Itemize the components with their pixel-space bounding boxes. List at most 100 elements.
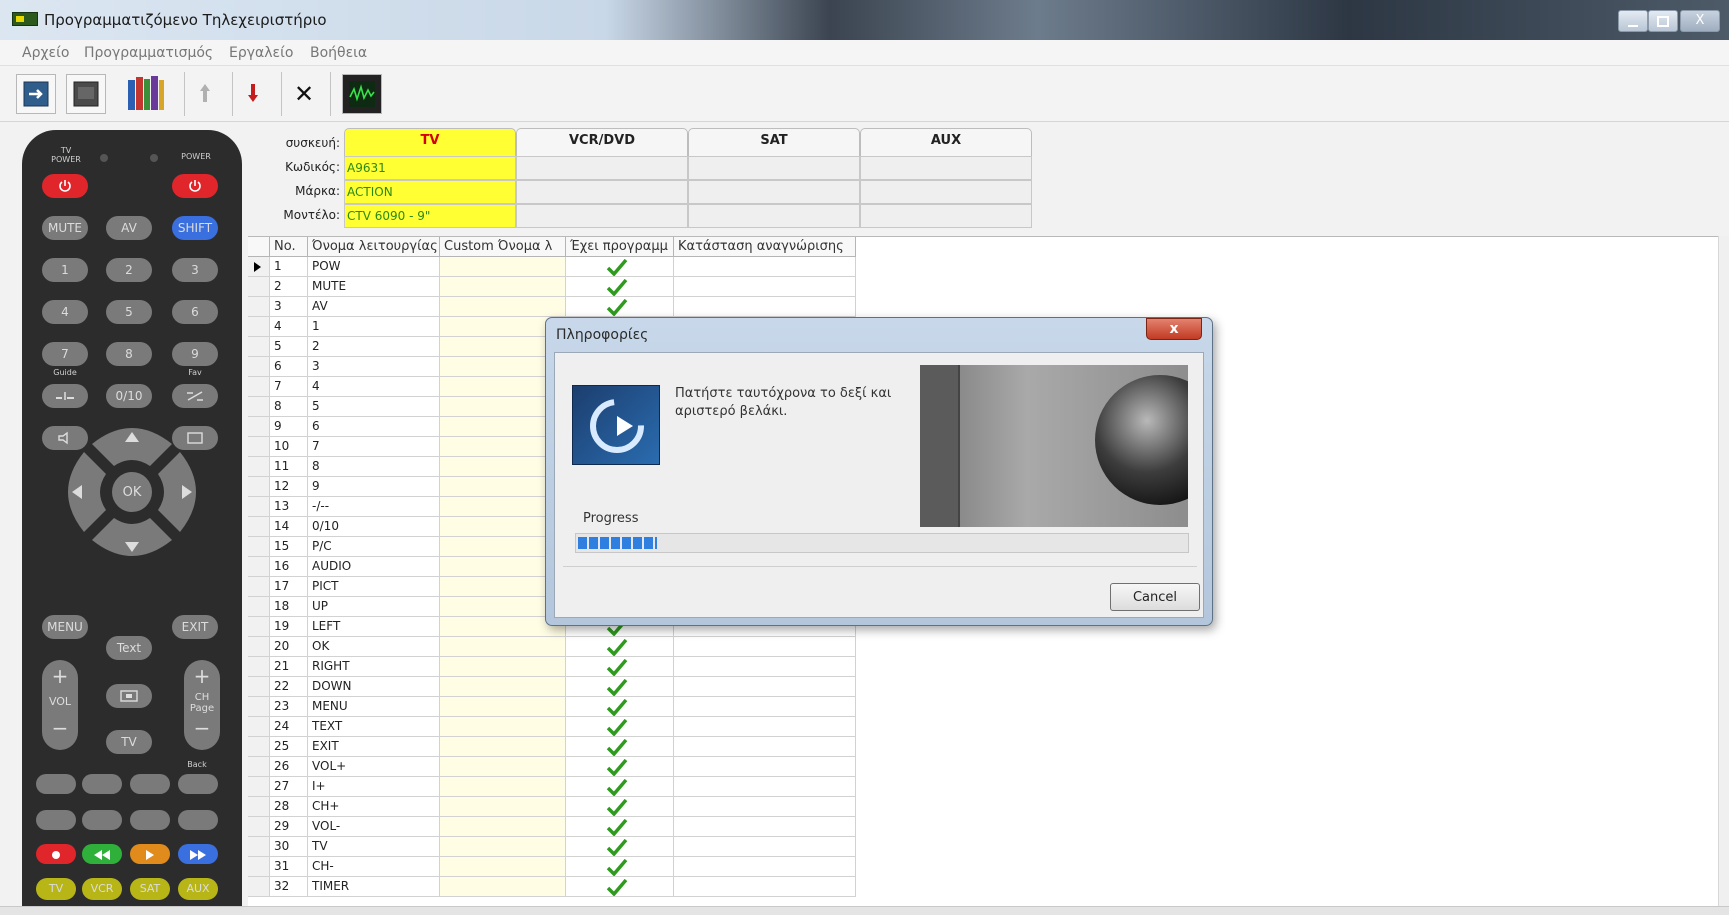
table-row[interactable]: 26 VOL+	[248, 757, 856, 777]
oscilloscope-button[interactable]	[342, 74, 382, 114]
digit-5-button[interactable]: 5	[106, 300, 152, 324]
back-button[interactable]	[178, 774, 218, 794]
digit-9-button[interactable]: 9	[172, 342, 218, 366]
header-programmed[interactable]: Έχει προγραμμ	[566, 237, 674, 257]
digit-6-button[interactable]: 6	[172, 300, 218, 324]
close-window-button[interactable]: X	[1680, 10, 1720, 32]
cell-custom-name[interactable]	[440, 257, 566, 277]
table-row[interactable]: 24 TEXT	[248, 717, 856, 737]
sat-model-cell[interactable]	[688, 204, 860, 228]
menu-file[interactable]: Αρχείο	[22, 45, 69, 61]
tv-power-button[interactable]	[42, 174, 88, 198]
pc-button[interactable]	[172, 384, 218, 408]
zero-ten-button[interactable]: 0/10	[106, 384, 152, 408]
digit-7-button[interactable]: 7	[42, 342, 88, 366]
table-row[interactable]: 25 EXIT	[248, 737, 856, 757]
cell-custom-name[interactable]	[440, 697, 566, 717]
vcr-brand-cell[interactable]	[516, 180, 688, 204]
repeat-button[interactable]	[36, 774, 76, 794]
record-button[interactable]	[36, 844, 76, 864]
channel-rocker[interactable]: + CH Page −	[184, 660, 220, 750]
tv-code-cell[interactable]: A9631	[344, 156, 516, 180]
tv-button[interactable]: TV	[106, 730, 152, 754]
device-button[interactable]	[66, 74, 106, 114]
sat-brand-cell[interactable]	[688, 180, 860, 204]
mute-button[interactable]: MUTE	[42, 216, 88, 240]
table-row[interactable]: 21 RIGHT	[248, 657, 856, 677]
tab-vcr-dvd[interactable]: VCR/DVD	[516, 128, 688, 156]
move-up-button[interactable]	[186, 74, 226, 114]
tab-aux[interactable]: AUX	[860, 128, 1032, 156]
table-row[interactable]: 22 DOWN	[248, 677, 856, 697]
info-button-3[interactable]	[130, 810, 170, 830]
table-row[interactable]: 30 TV	[248, 837, 856, 857]
menu-help[interactable]: Βοήθεια	[310, 45, 367, 61]
list-button[interactable]	[130, 774, 170, 794]
aux-model-cell[interactable]	[860, 204, 1032, 228]
av-button[interactable]: AV	[106, 216, 152, 240]
header-no[interactable]: No.	[270, 237, 308, 257]
cell-custom-name[interactable]	[440, 857, 566, 877]
digit-8-button[interactable]: 8	[106, 342, 152, 366]
header-function-name[interactable]: Όνομα λειτουργίας	[308, 237, 440, 257]
info-button-2[interactable]	[82, 810, 122, 830]
table-row[interactable]: 32 TIMER	[248, 877, 856, 897]
sat-code-cell[interactable]	[688, 156, 860, 180]
delete-button[interactable]: ✕	[284, 74, 324, 114]
table-row[interactable]: 31 CH-	[248, 857, 856, 877]
cell-custom-name[interactable]	[440, 837, 566, 857]
vcr-code-cell[interactable]	[516, 156, 688, 180]
cell-custom-name[interactable]	[440, 657, 566, 677]
tv-model-cell[interactable]: CTV 6090 - 9"	[344, 204, 516, 228]
send-button[interactable]	[16, 74, 56, 114]
cell-custom-name[interactable]	[440, 817, 566, 837]
digit-3-button[interactable]: 3	[172, 258, 218, 282]
aux-code-cell[interactable]	[860, 156, 1032, 180]
vertical-scrollbar[interactable]	[1718, 236, 1729, 906]
sat-mode-button[interactable]: SAT	[130, 878, 170, 900]
cell-custom-name[interactable]	[440, 777, 566, 797]
table-row[interactable]: 20 OK	[248, 637, 856, 657]
cell-custom-name[interactable]	[440, 877, 566, 897]
rewind-button[interactable]	[82, 844, 122, 864]
header-recognition-status[interactable]: Κατάσταση αναγνώρισης	[674, 237, 856, 257]
maximize-button[interactable]	[1648, 10, 1678, 32]
aux-mode-button[interactable]: AUX	[178, 878, 218, 900]
dialog-close-button[interactable]: x	[1146, 318, 1202, 340]
digit-1-button[interactable]: 1	[42, 258, 88, 282]
teletext-button[interactable]	[106, 684, 152, 708]
menu-button[interactable]: MENU	[42, 615, 88, 639]
table-row[interactable]: 23 MENU	[248, 697, 856, 717]
power-button[interactable]	[172, 174, 218, 198]
cell-custom-name[interactable]	[440, 297, 566, 317]
digit-4-button[interactable]: 4	[42, 300, 88, 324]
play-button[interactable]	[130, 844, 170, 864]
tv-mode-button[interactable]: TV	[36, 878, 76, 900]
cell-custom-name[interactable]	[440, 737, 566, 757]
tab-tv[interactable]: TV	[344, 128, 516, 156]
fast-forward-button[interactable]	[178, 844, 218, 864]
shift-button[interactable]: SHIFT	[172, 216, 218, 240]
vcr-mode-button[interactable]: VCR	[82, 878, 122, 900]
menu-tools[interactable]: Εργαλείο	[229, 45, 293, 61]
library-button[interactable]	[126, 74, 172, 114]
info-button-1[interactable]	[36, 810, 76, 830]
tv-brand-cell[interactable]: ACTION	[344, 180, 516, 204]
table-row[interactable]: 2 MUTE	[248, 277, 856, 297]
text-button[interactable]: Text	[106, 636, 152, 660]
vcr-model-cell[interactable]	[516, 204, 688, 228]
cell-custom-name[interactable]	[440, 757, 566, 777]
dash-button[interactable]	[42, 384, 88, 408]
cell-custom-name[interactable]	[440, 797, 566, 817]
menu-programming[interactable]: Προγραμματισμός	[84, 45, 213, 61]
table-row[interactable]: 29 VOL-	[248, 817, 856, 837]
cell-custom-name[interactable]	[440, 277, 566, 297]
move-down-button[interactable]	[234, 74, 274, 114]
cell-custom-name[interactable]	[440, 677, 566, 697]
digit-2-button[interactable]: 2	[106, 258, 152, 282]
table-row[interactable]: 1 POW	[248, 257, 856, 277]
cell-custom-name[interactable]	[440, 717, 566, 737]
minimize-button[interactable]	[1618, 10, 1648, 32]
aux-brand-cell[interactable]	[860, 180, 1032, 204]
cancel-button[interactable]: Cancel	[1110, 583, 1200, 611]
